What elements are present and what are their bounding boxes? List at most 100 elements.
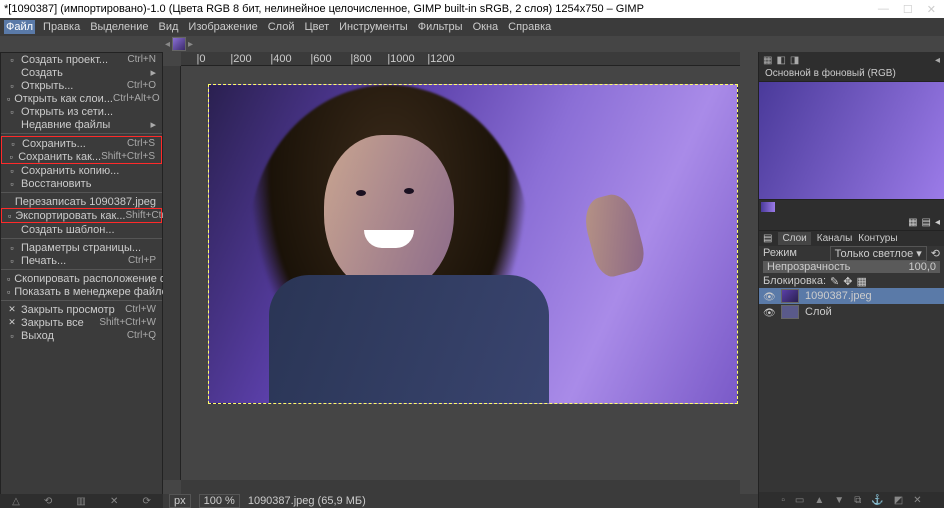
new-layer-icon[interactable]: ▫ (781, 495, 785, 506)
menu-group: ▫ Параметры страницы...▫Печать...Ctrl+P (1, 241, 162, 267)
canvas[interactable] (208, 84, 738, 404)
menu-color[interactable]: Цвет (302, 20, 331, 34)
layer-name[interactable]: Слой (805, 306, 832, 318)
highlighted-group: ▫Экспортировать как...Shift+Ctrl+E (1, 208, 162, 223)
opacity-slider[interactable]: Непрозрачность 100,0 (763, 261, 940, 273)
item-icon: ▫ (7, 166, 17, 176)
minimize-icon[interactable]: — (878, 3, 889, 16)
menu-file[interactable]: Файл (4, 20, 35, 34)
zoom-select[interactable]: 100 % (199, 494, 240, 508)
menu-item[interactable]: Недавние файлы▸ (1, 118, 162, 131)
canvas-area: |0|200|400|600|800|1000|1200 px 100 % 10… (163, 52, 758, 508)
menu-filters[interactable]: Фильтры (416, 20, 465, 34)
tool-icon[interactable]: ✕ (110, 496, 118, 507)
opt-icon[interactable]: ◂ (935, 217, 940, 228)
item-label: Создать шаблон... (21, 224, 156, 236)
visibility-icon[interactable]: 👁 (763, 308, 775, 316)
item-shortcut: Ctrl+N (127, 54, 156, 65)
duplicate-layer-icon[interactable]: ⧉ (854, 495, 861, 506)
menu-edit[interactable]: Правка (41, 20, 82, 34)
navigation-preview[interactable] (759, 82, 944, 200)
menu-item[interactable]: ✕Закрыть всеShift+Ctrl+W (1, 316, 162, 329)
mode-select[interactable]: Только светлое ▾ (830, 246, 927, 261)
visibility-icon[interactable]: 👁 (763, 292, 775, 300)
close-icon[interactable]: ✕ (927, 3, 936, 16)
menu-item[interactable]: ▫ Сохранить копию... (1, 164, 162, 177)
lower-layer-icon[interactable]: ▼ (834, 495, 844, 506)
tab-prev-icon[interactable]: ◂ (165, 39, 170, 50)
tab-channels[interactable]: Каналы (817, 233, 853, 244)
item-label: Параметры страницы... (21, 242, 156, 254)
opt-icon[interactable]: ▦ (908, 217, 917, 228)
menu-item[interactable]: ▫Сохранить...Ctrl+S (2, 137, 161, 150)
menu-view[interactable]: Вид (157, 20, 181, 34)
menubar[interactable]: Файл Правка Выделение Вид Изображение Сл… (0, 18, 944, 36)
mode-reset-icon[interactable]: ⟲ (931, 247, 940, 260)
menu-item[interactable]: ▫Печать...Ctrl+P (1, 254, 162, 267)
tab-thumbnail[interactable] (172, 37, 186, 51)
tab-layers[interactable]: Слои (778, 232, 810, 245)
opacity-label: Непрозрачность (767, 261, 850, 273)
item-shortcut: Ctrl+P (128, 255, 156, 266)
menu-select[interactable]: Выделение (88, 20, 150, 34)
menu-item[interactable]: Создать шаблон... (1, 223, 162, 236)
lock-brush-icon[interactable]: ✎ (830, 275, 839, 288)
item-label: Сохранить копию... (21, 165, 156, 177)
dock-icon[interactable]: ▦ (763, 55, 772, 66)
dock-icon[interactable]: ◧ (776, 55, 785, 66)
item-shortcut: Shift+Ctrl+W (99, 317, 156, 328)
menu-item[interactable]: ▫Открыть как слои...Ctrl+Alt+O (1, 92, 162, 105)
layer-group-icon[interactable]: ▭ (795, 495, 804, 506)
menu-item[interactable]: ▫Показать в менеджере файловCtrl+Alt+F (1, 285, 162, 298)
opt-icon[interactable]: ▤ (922, 217, 931, 228)
tab-icon[interactable]: ▤ (763, 233, 772, 244)
menu-item[interactable]: ▫Открыть из сети... (1, 105, 162, 118)
tool-icon[interactable]: ⟲ (44, 496, 52, 507)
item-label: Открыть из сети... (21, 106, 156, 118)
menu-tools[interactable]: Инструменты (337, 20, 410, 34)
layer-name[interactable]: 1090387.jpeg (805, 290, 872, 302)
menu-item[interactable]: ▫Скопировать расположение файла (1, 272, 162, 285)
tool-icon[interactable]: △ (12, 496, 20, 507)
menu-help[interactable]: Справка (506, 20, 553, 34)
lock-alpha-icon[interactable]: ▦ (856, 275, 866, 288)
mask-icon[interactable]: ◩ (894, 495, 903, 506)
menu-item[interactable]: ▫Восстановить (1, 177, 162, 190)
merge-icon[interactable]: ⚓ (871, 495, 883, 506)
item-label: Перезаписать 1090387.jpeg (15, 196, 156, 208)
dock-icon[interactable]: ◨ (790, 55, 799, 66)
window-title: *[1090387] (импортировано)-1.0 (Цвета RG… (4, 3, 878, 15)
item-icon: ▫ (7, 243, 17, 253)
item-label: Создать проект... (21, 54, 127, 66)
tool-icon[interactable]: ▥ (76, 496, 85, 507)
menu-item[interactable]: ▫Экспортировать как...Shift+Ctrl+E (2, 209, 161, 222)
menu-item[interactable]: Создать▸ (1, 66, 162, 79)
item-shortcut: Ctrl+Q (127, 330, 156, 341)
unit-select[interactable]: px (169, 494, 191, 508)
tab-paths[interactable]: Контуры (858, 233, 897, 244)
menu-item[interactable]: ▫Сохранить как...Shift+Ctrl+S (2, 150, 161, 163)
panel-tabs: ▤ Слои Каналы Контуры (759, 230, 944, 246)
scrollbar-horizontal[interactable] (181, 480, 740, 494)
lock-move-icon[interactable]: ✥ (843, 275, 852, 288)
menu-item[interactable]: ✕Закрыть просмотрCtrl+W (1, 303, 162, 316)
dock-menu-icon[interactable]: ◂ (935, 55, 940, 66)
menu-image[interactable]: Изображение (186, 20, 259, 34)
highlighted-group: ▫Сохранить...Ctrl+S▫Сохранить как...Shif… (1, 136, 162, 164)
raise-layer-icon[interactable]: ▲ (814, 495, 824, 506)
item-icon: ▫ (7, 287, 10, 297)
tool-icon[interactable]: ⟳ (143, 496, 151, 507)
menu-item[interactable]: ▫ Параметры страницы... (1, 241, 162, 254)
layer-row[interactable]: 👁 1090387.jpeg (759, 288, 944, 304)
menu-item[interactable]: ▫Создать проект...Ctrl+N (1, 53, 162, 66)
tab-next-icon[interactable]: ▸ (188, 39, 193, 50)
maximize-icon[interactable]: ☐ (903, 3, 913, 16)
menu-item[interactable]: ▫ВыходCtrl+Q (1, 329, 162, 342)
menu-item[interactable]: ▫Открыть...Ctrl+O (1, 79, 162, 92)
delete-layer-icon[interactable]: ✕ (913, 495, 921, 506)
gradient-swatch[interactable] (761, 202, 775, 212)
menu-windows[interactable]: Окна (471, 20, 501, 34)
layer-row[interactable]: 👁 Слой (759, 304, 944, 320)
menu-layer[interactable]: Слой (266, 20, 297, 34)
menu-item[interactable]: Перезаписать 1090387.jpeg (1, 195, 162, 208)
